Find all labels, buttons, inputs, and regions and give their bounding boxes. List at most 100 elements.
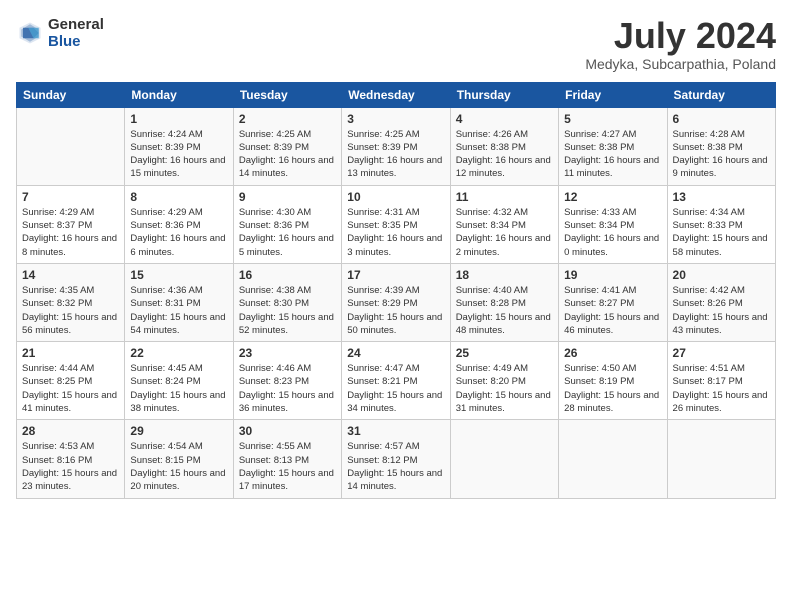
day-number: 17 [347,268,444,282]
calendar-cell: 23Sunrise: 4:46 AM Sunset: 8:23 PM Dayli… [233,342,341,420]
day-info: Sunrise: 4:29 AM Sunset: 8:37 PM Dayligh… [22,206,119,259]
day-info: Sunrise: 4:27 AM Sunset: 8:38 PM Dayligh… [564,128,661,181]
day-number: 8 [130,190,227,204]
calendar-cell: 8Sunrise: 4:29 AM Sunset: 8:36 PM Daylig… [125,185,233,263]
day-info: Sunrise: 4:31 AM Sunset: 8:35 PM Dayligh… [347,206,444,259]
calendar-week-3: 14Sunrise: 4:35 AM Sunset: 8:32 PM Dayli… [17,263,776,341]
calendar-cell: 2Sunrise: 4:25 AM Sunset: 8:39 PM Daylig… [233,107,341,185]
calendar-cell: 11 Sunrise: 4:32 AM Sunset: 8:34 PM Dayli… [450,185,558,263]
calendar-cell: 26 Sunrise: 4:50 AM Sunset: 8:19 PM Dayli… [559,342,667,420]
day-info: Sunrise: 4:50 AM Sunset: 8:19 PM Dayligh… [564,362,661,415]
calendar-cell: 6 Sunrise: 4:28 AM Sunset: 8:38 PM Daylig… [667,107,775,185]
calendar-cell: 22Sunrise: 4:45 AM Sunset: 8:24 PM Dayli… [125,342,233,420]
day-info: Sunrise: 4:41 AM Sunset: 8:27 PM Dayligh… [564,284,661,337]
day-number: 1 [130,112,227,126]
day-info: Sunrise: 4:39 AM Sunset: 8:29 PM Dayligh… [347,284,444,337]
day-number: 29 [130,424,227,438]
day-header-wednesday: Wednesday [342,82,450,107]
day-number: 22 [130,346,227,360]
day-info: Sunrise: 4:49 AM Sunset: 8:20 PM Dayligh… [456,362,553,415]
day-number: 13 [673,190,770,204]
day-number: 16 [239,268,336,282]
day-info: Sunrise: 4:54 AM Sunset: 8:15 PM Dayligh… [130,440,227,493]
day-number: 15 [130,268,227,282]
calendar-header-row: SundayMondayTuesdayWednesdayThursdayFrid… [17,82,776,107]
calendar-cell: 13 Sunrise: 4:34 AM Sunset: 8:33 PM Dayli… [667,185,775,263]
calendar-week-4: 21 Sunrise: 4:44 AM Sunset: 8:25 PM Dayli… [17,342,776,420]
calendar-cell: 18 Sunrise: 4:40 AM Sunset: 8:28 PM Dayli… [450,263,558,341]
day-number: 25 [456,346,553,360]
day-number: 10 [347,190,444,204]
day-info: Sunrise: 4:33 AM Sunset: 8:34 PM Dayligh… [564,206,661,259]
day-number: 21 [22,346,119,360]
calendar-cell: 9 Sunrise: 4:30 AM Sunset: 8:36 PM Daylig… [233,185,341,263]
day-info: Sunrise: 4:30 AM Sunset: 8:36 PM Dayligh… [239,206,336,259]
calendar-cell: 3 Sunrise: 4:25 AM Sunset: 8:39 PM Daylig… [342,107,450,185]
day-number: 7 [22,190,119,204]
day-number: 20 [673,268,770,282]
day-header-saturday: Saturday [667,82,775,107]
calendar-cell: 17 Sunrise: 4:39 AM Sunset: 8:29 PM Dayli… [342,263,450,341]
day-number: 18 [456,268,553,282]
page-header: General Blue July 2024 Medyka, Subcarpat… [16,16,776,72]
calendar-week-2: 7 Sunrise: 4:29 AM Sunset: 8:37 PM Daylig… [17,185,776,263]
day-info: Sunrise: 4:34 AM Sunset: 8:33 PM Dayligh… [673,206,770,259]
calendar-cell: 20Sunrise: 4:42 AM Sunset: 8:26 PM Dayli… [667,263,775,341]
day-header-thursday: Thursday [450,82,558,107]
day-number: 19 [564,268,661,282]
day-info: Sunrise: 4:32 AM Sunset: 8:34 PM Dayligh… [456,206,553,259]
calendar-cell: 24 Sunrise: 4:47 AM Sunset: 8:21 PM Dayli… [342,342,450,420]
calendar-cell: 16 Sunrise: 4:38 AM Sunset: 8:30 PM Dayli… [233,263,341,341]
calendar-cell: 14Sunrise: 4:35 AM Sunset: 8:32 PM Dayli… [17,263,125,341]
day-header-tuesday: Tuesday [233,82,341,107]
logo-icon [16,19,44,47]
calendar-table: SundayMondayTuesdayWednesdayThursdayFrid… [16,82,776,499]
day-number: 3 [347,112,444,126]
calendar-cell: 31Sunrise: 4:57 AM Sunset: 8:12 PM Dayli… [342,420,450,498]
calendar-body: 1 Sunrise: 4:24 AM Sunset: 8:39 PM Daylig… [17,107,776,498]
day-number: 9 [239,190,336,204]
day-info: Sunrise: 4:38 AM Sunset: 8:30 PM Dayligh… [239,284,336,337]
calendar-cell [667,420,775,498]
calendar-cell: 29 Sunrise: 4:54 AM Sunset: 8:15 PM Dayli… [125,420,233,498]
day-number: 24 [347,346,444,360]
day-info: Sunrise: 4:57 AM Sunset: 8:12 PM Dayligh… [347,440,444,493]
calendar-cell: 28 Sunrise: 4:53 AM Sunset: 8:16 PM Dayli… [17,420,125,498]
calendar-week-5: 28 Sunrise: 4:53 AM Sunset: 8:16 PM Dayli… [17,420,776,498]
day-header-sunday: Sunday [17,82,125,107]
day-number: 26 [564,346,661,360]
month-title: July 2024 [585,16,776,56]
calendar-cell: 10 Sunrise: 4:31 AM Sunset: 8:35 PM Dayli… [342,185,450,263]
day-header-friday: Friday [559,82,667,107]
calendar-cell [17,107,125,185]
day-number: 11 [456,190,553,204]
day-number: 6 [673,112,770,126]
day-info: Sunrise: 4:47 AM Sunset: 8:21 PM Dayligh… [347,362,444,415]
calendar-cell: 19 Sunrise: 4:41 AM Sunset: 8:27 PM Dayli… [559,263,667,341]
calendar-week-1: 1 Sunrise: 4:24 AM Sunset: 8:39 PM Daylig… [17,107,776,185]
calendar-cell: 15Sunrise: 4:36 AM Sunset: 8:31 PM Dayli… [125,263,233,341]
day-number: 4 [456,112,553,126]
day-info: Sunrise: 4:26 AM Sunset: 8:38 PM Dayligh… [456,128,553,181]
calendar-cell: 12Sunrise: 4:33 AM Sunset: 8:34 PM Dayli… [559,185,667,263]
day-info: Sunrise: 4:40 AM Sunset: 8:28 PM Dayligh… [456,284,553,337]
calendar-cell: 25 Sunrise: 4:49 AM Sunset: 8:20 PM Dayli… [450,342,558,420]
calendar-cell: 21 Sunrise: 4:44 AM Sunset: 8:25 PM Dayli… [17,342,125,420]
logo-text: General Blue [48,16,104,50]
day-info: Sunrise: 4:44 AM Sunset: 8:25 PM Dayligh… [22,362,119,415]
day-info: Sunrise: 4:24 AM Sunset: 8:39 PM Dayligh… [130,128,227,181]
day-info: Sunrise: 4:25 AM Sunset: 8:39 PM Dayligh… [347,128,444,181]
location: Medyka, Subcarpathia, Poland [585,56,776,72]
day-number: 28 [22,424,119,438]
day-number: 5 [564,112,661,126]
day-info: Sunrise: 4:35 AM Sunset: 8:32 PM Dayligh… [22,284,119,337]
day-header-monday: Monday [125,82,233,107]
day-info: Sunrise: 4:28 AM Sunset: 8:38 PM Dayligh… [673,128,770,181]
calendar-cell [559,420,667,498]
day-number: 30 [239,424,336,438]
day-info: Sunrise: 4:51 AM Sunset: 8:17 PM Dayligh… [673,362,770,415]
day-info: Sunrise: 4:53 AM Sunset: 8:16 PM Dayligh… [22,440,119,493]
calendar-cell: 27Sunrise: 4:51 AM Sunset: 8:17 PM Dayli… [667,342,775,420]
day-info: Sunrise: 4:46 AM Sunset: 8:23 PM Dayligh… [239,362,336,415]
calendar-cell: 7 Sunrise: 4:29 AM Sunset: 8:37 PM Daylig… [17,185,125,263]
